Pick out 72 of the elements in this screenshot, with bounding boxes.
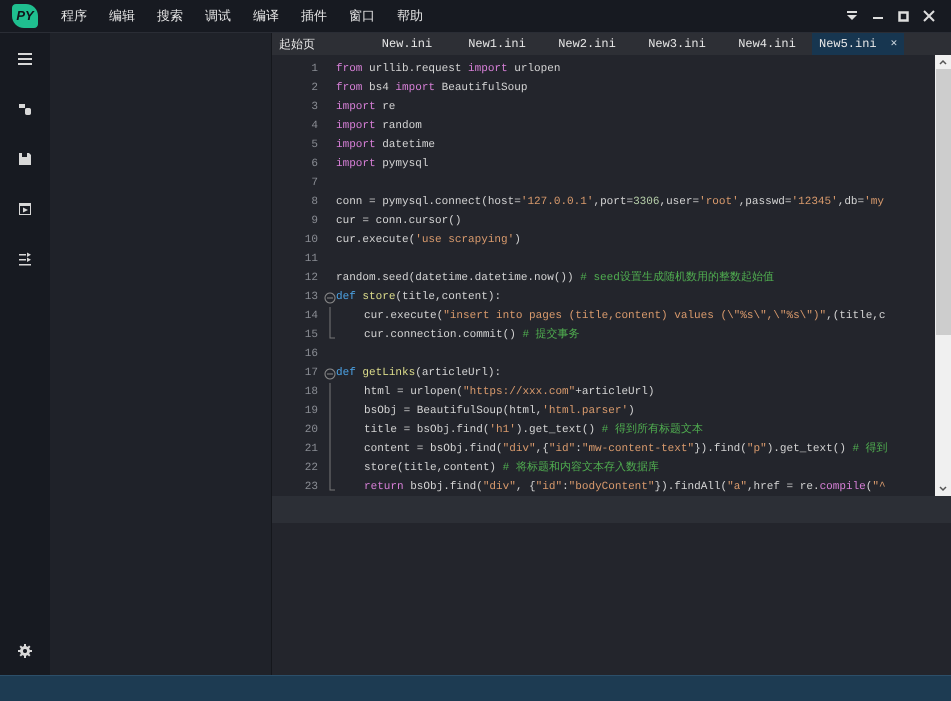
line-number: 6 (310, 157, 319, 172)
line-number: 9 (310, 214, 319, 229)
list-arrow-icon[interactable] (17, 251, 33, 267)
menu-item[interactable]: 调试 (194, 6, 242, 26)
editor-tab[interactable]: New3.ini (632, 33, 722, 55)
line-number: 17 (304, 366, 319, 381)
line-number: 12 (304, 271, 319, 286)
menu-item[interactable]: 插件 (290, 6, 338, 26)
video-play-icon[interactable] (17, 201, 33, 217)
settings-icon[interactable] (17, 643, 33, 659)
line-number: 1 (310, 62, 319, 77)
line-number: 16 (304, 347, 319, 362)
line-number: 11 (304, 252, 319, 267)
code-line: import re (336, 100, 396, 115)
maximize-icon[interactable] (898, 10, 909, 22)
scrollbar[interactable] (935, 55, 951, 496)
line-number: 23 (304, 480, 319, 495)
code-line: import pymysql (336, 157, 428, 172)
scroll-thumb[interactable] (936, 69, 950, 335)
code-line: cur.connection.commit() # 提交事务 (363, 326, 580, 343)
editor-tab[interactable]: New4.ini (722, 33, 812, 55)
line-number: 3 (310, 100, 319, 115)
code-line: content = bsObj.find("div",{"id":"mw-content-text"}).find("p").get_text() # 得到 (363, 441, 888, 457)
line-number: 2 (310, 81, 319, 96)
close-icon[interactable] (923, 10, 935, 22)
editor-tab[interactable]: New5.ini ✕ (812, 33, 904, 55)
close-tab-button[interactable]: ✕ (890, 36, 898, 52)
code-line: import datetime (336, 138, 436, 153)
line-number: 4 (310, 119, 319, 134)
dropdown-icon[interactable] (846, 11, 858, 21)
line-number: 22 (304, 461, 319, 476)
line-number: 19 (304, 404, 319, 419)
editor-tab[interactable]: 起始页 (272, 33, 362, 55)
app-logo: PY (12, 4, 38, 28)
code-line: def getLinks(articleUrl): (336, 366, 502, 381)
line-number: 15 (304, 328, 319, 343)
editor-tab[interactable]: New.ini (362, 33, 452, 55)
code-line: bsObj = BeautifulSoup(html,'html.parser') (363, 404, 635, 419)
code-line: conn = pymysql.connect(host='127.0.0.1',port=3306,user='root',passwd='12345',db='my (336, 195, 884, 210)
code-line: from bs4 import BeautifulSoup (336, 81, 528, 96)
code-line: cur.execute('use scrapying') (336, 233, 521, 248)
menu-item[interactable]: 帮助 (386, 6, 434, 26)
line-number: 18 (304, 385, 319, 400)
code-line: store(title,content) # 将标题和内容文本存入数据库 (363, 460, 659, 476)
line-number: 21 (304, 442, 319, 457)
line-number: 5 (310, 138, 319, 153)
code-line: return bsObj.find("div", {"id":"bodyContent"}).findAll("a",href = re.compile("^ (363, 480, 886, 495)
menu-item[interactable]: 编译 (242, 6, 290, 26)
code-line: def store(title,content): (336, 290, 502, 305)
code-line: cur = conn.cursor() (336, 214, 462, 229)
menu-item[interactable]: 窗口 (338, 6, 386, 26)
fold-toggle-icon[interactable] (324, 292, 336, 304)
line-number: 13 (304, 290, 319, 305)
code-line: cur.execute("insert into pages (title,content) values (\"%s\",\"%s\")",(title,c (363, 309, 886, 324)
editor-tab[interactable]: New2.ini (542, 33, 632, 55)
line-number: 10 (304, 233, 319, 248)
code-line: title = bsObj.find('h1').get_text() # 得到所有标题文本 (363, 422, 703, 438)
menu-item[interactable]: 程序 (50, 6, 98, 26)
save-icon[interactable] (17, 151, 33, 167)
line-number: 7 (310, 176, 319, 191)
line-number: 14 (304, 309, 319, 324)
line-number: 20 (304, 423, 319, 438)
line-number: 8 (310, 195, 319, 210)
menu-item[interactable]: 搜索 (146, 6, 194, 26)
menu-icon[interactable] (17, 51, 33, 67)
editor-tab[interactable]: New1.ini (452, 33, 542, 55)
fold-toggle-icon[interactable] (324, 368, 336, 380)
code-line: html = urlopen("https://xxx.com"+articleUrl) (363, 385, 654, 400)
code-line: random.seed(datetime.datetime.now()) # seed设置生成随机数用的整数起始值 (336, 270, 774, 286)
code-line: from urllib.request import urlopen (336, 62, 560, 77)
code-line: import random (336, 119, 422, 134)
menu-item[interactable]: 编辑 (98, 6, 146, 26)
